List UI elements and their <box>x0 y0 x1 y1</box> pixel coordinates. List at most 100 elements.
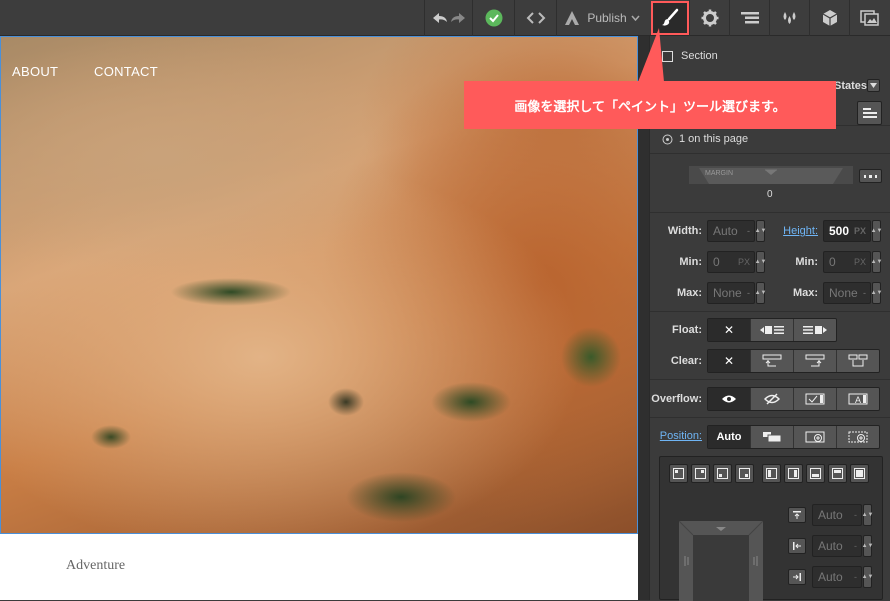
clear-both-button[interactable] <box>837 350 879 372</box>
position-label[interactable]: Position: <box>652 430 702 442</box>
width-stepper[interactable]: ▲▼ <box>755 220 766 242</box>
states-label[interactable]: States <box>834 80 867 92</box>
chevron-down-icon <box>870 83 877 88</box>
undo-redo-group[interactable] <box>424 0 472 36</box>
height-unit: PX <box>853 226 866 236</box>
offset-right-stepper[interactable]: ▲▼ <box>862 566 873 588</box>
states-dropdown[interactable] <box>867 79 880 92</box>
overflow-label: Overflow: <box>651 393 702 405</box>
width-unit: - <box>747 226 750 236</box>
margin-box[interactable]: MARGIN <box>689 154 853 184</box>
clear-none-button[interactable]: ✕ <box>708 350 751 372</box>
min-width-stepper[interactable]: ▲▼ <box>755 251 766 273</box>
auto-icon: A <box>848 393 868 405</box>
cube-icon <box>822 10 837 26</box>
footer-text: Adventure <box>66 558 126 573</box>
svg-text:A: A <box>855 395 861 405</box>
margin-label: MARGIN <box>705 170 733 177</box>
publish-button[interactable]: Publish <box>556 0 646 36</box>
tutorial-callout: 画像を選択して「ペイント」ツール選びます。 <box>464 81 836 129</box>
overflow-scroll-button[interactable] <box>794 388 837 410</box>
max-height-stepper[interactable]: ▲▼ <box>871 282 882 304</box>
height-stepper[interactable]: ▲▼ <box>871 220 882 242</box>
overflow-visible-button[interactable] <box>708 388 751 410</box>
float-left-icon <box>760 326 784 334</box>
preset-left-button[interactable] <box>762 464 781 483</box>
clear-right-icon <box>805 354 825 367</box>
box-model-diagram <box>689 166 853 184</box>
position-absolute-button[interactable] <box>794 426 837 448</box>
position-auto-button[interactable]: Auto <box>708 426 751 448</box>
navigator-button[interactable] <box>729 0 769 36</box>
margin-bottom-value[interactable]: 0 <box>767 189 773 200</box>
preset-bottom-button[interactable] <box>806 464 825 483</box>
nav-link-contact[interactable]: CONTACT <box>94 64 158 79</box>
list-icon <box>862 108 877 118</box>
overflow-hidden-button[interactable] <box>751 388 794 410</box>
section-checkbox[interactable] <box>662 51 673 62</box>
undo-redo-icon[interactable] <box>429 10 469 26</box>
float-button-group: ✕ <box>707 318 837 342</box>
min-height-input[interactable]: 0 PX <box>823 251 871 273</box>
clear-label: Clear: <box>670 355 702 367</box>
settings-button[interactable] <box>689 0 729 36</box>
position-relative-button[interactable] <box>751 426 794 448</box>
scroll-icon <box>805 393 825 405</box>
height-label[interactable]: Height: <box>778 225 818 237</box>
width-label: Width: <box>667 225 702 237</box>
swatches-button[interactable] <box>769 0 809 36</box>
code-button[interactable] <box>514 0 556 36</box>
position-fixed-button[interactable] <box>837 426 879 448</box>
selector-menu-button[interactable] <box>857 101 882 125</box>
status-check-button[interactable] <box>472 0 514 36</box>
overflow-auto-button[interactable]: A <box>837 388 879 410</box>
preset-top-left-button[interactable] <box>669 464 688 483</box>
gear-icon <box>701 9 718 27</box>
paint-brush-icon <box>662 8 679 26</box>
offset-top-stepper[interactable]: ▲▼ <box>862 504 873 526</box>
preset-bottom-right-button[interactable] <box>735 464 754 483</box>
target-icon <box>662 134 673 145</box>
height-value: 500 <box>829 224 850 238</box>
symbols-button[interactable] <box>809 0 849 36</box>
chevron-down-icon <box>631 15 640 21</box>
margin-options-button[interactable] <box>859 169 882 183</box>
offset-top-value: Auto <box>818 508 843 522</box>
offset-top-icon <box>788 507 806 523</box>
width-input[interactable]: Auto - <box>707 220 755 242</box>
overflow-button-group: A <box>707 387 880 411</box>
max-width-stepper[interactable]: ▲▼ <box>755 282 766 304</box>
preset-full-button[interactable] <box>850 464 869 483</box>
offset-top-input[interactable]: Auto - <box>812 504 862 526</box>
paint-tool-button[interactable] <box>651 1 689 35</box>
offset-right-input[interactable]: Auto - <box>812 566 862 588</box>
min-width-input[interactable]: 0 PX <box>707 251 755 273</box>
assets-button[interactable] <box>849 0 890 36</box>
min-height-stepper[interactable]: ▲▼ <box>871 251 882 273</box>
dots-icon <box>864 174 877 178</box>
checkmark-icon <box>485 9 502 27</box>
float-none-button[interactable]: ✕ <box>708 319 751 341</box>
preset-bottom-left-button[interactable] <box>713 464 732 483</box>
clear-left-button[interactable] <box>751 350 794 372</box>
publish-icon <box>565 11 580 25</box>
min-height-value: 0 <box>829 255 836 269</box>
float-left-button[interactable] <box>751 319 794 341</box>
max-width-input[interactable]: None - <box>707 282 755 304</box>
position-presets-panel: Auto - ▲▼ Auto - ▲▼ Auto - ▲▼ <box>659 456 883 601</box>
offset-left-stepper[interactable]: ▲▼ <box>862 535 873 557</box>
clear-right-button[interactable] <box>794 350 837 372</box>
preset-top-button[interactable] <box>828 464 847 483</box>
max-height-input[interactable]: None - <box>823 282 871 304</box>
preset-right-button[interactable] <box>784 464 803 483</box>
position-fixed-icon <box>848 431 868 443</box>
height-input[interactable]: 500 PX <box>823 220 871 242</box>
float-right-button[interactable] <box>794 319 836 341</box>
max-width-value: None <box>713 286 742 300</box>
nav-link-about[interactable]: ABOUT <box>12 64 58 79</box>
clear-left-icon <box>762 354 782 367</box>
offset-left-input[interactable]: Auto - <box>812 535 862 557</box>
offset-left-value: Auto <box>818 539 843 553</box>
position-offset-diagram[interactable] <box>679 521 763 601</box>
preset-top-right-button[interactable] <box>691 464 710 483</box>
